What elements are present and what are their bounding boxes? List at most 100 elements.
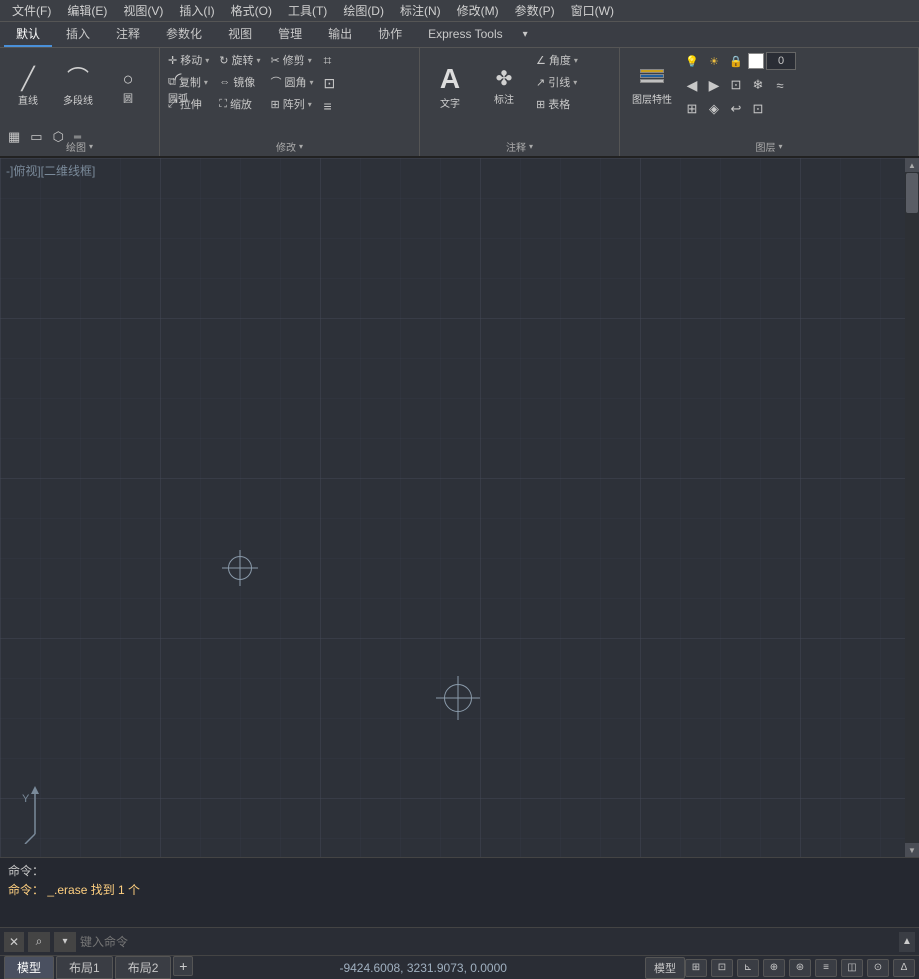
ribbon-section-modify: ✛ 移动 ▾ ⧉ 复制 ▾ ⤢ 拉伸 ↻ 旋转 ▾ bbox=[160, 48, 420, 156]
mirror-button[interactable]: ⇔ 镜像 bbox=[215, 72, 264, 92]
menu-view[interactable]: 视图(V) bbox=[115, 0, 171, 21]
scroll-thumb[interactable] bbox=[906, 173, 918, 213]
array-button[interactable]: ⊞ 阵列 ▾ bbox=[266, 94, 317, 114]
status-grid-button[interactable]: ⊞ bbox=[685, 959, 707, 977]
tab-express-tools[interactable]: Express Tools bbox=[416, 24, 514, 46]
modify-section-label[interactable]: 修改 ▾ bbox=[160, 139, 419, 154]
stretch-button[interactable]: ⤢ 拉伸 bbox=[164, 94, 213, 114]
move-arrow: ▾ bbox=[205, 56, 209, 65]
menu-window[interactable]: 窗口(W) bbox=[563, 0, 622, 21]
menu-dimension[interactable]: 标注(N) bbox=[392, 0, 449, 21]
status-lineweight-button[interactable]: ≡ bbox=[815, 959, 837, 977]
copy-button[interactable]: ⧉ 复制 ▾ bbox=[164, 72, 213, 92]
tab-more-dropdown[interactable]: ▾ bbox=[517, 27, 534, 42]
menu-format[interactable]: 格式(O) bbox=[223, 0, 280, 21]
modify-extra1[interactable]: ⌗ bbox=[319, 50, 339, 71]
menu-edit[interactable]: 编辑(E) bbox=[59, 0, 115, 21]
angle-button[interactable]: ∠ 角度 ▾ bbox=[532, 50, 582, 70]
menu-draw[interactable]: 绘图(D) bbox=[335, 0, 392, 21]
scroll-down-button[interactable]: ▼ bbox=[905, 843, 919, 857]
annotation-col2: ∠ 角度 ▾ ↗ 引线 ▾ ⊞ 表格 bbox=[532, 50, 582, 122]
move-button[interactable]: ✛ 移动 ▾ bbox=[164, 50, 213, 70]
layer-sun-icon[interactable]: ☀ bbox=[704, 52, 724, 70]
annotation-section-label[interactable]: 注释 ▾ bbox=[420, 139, 619, 154]
layer-col1: 💡 ☀ 🔒 ◀ ▶ ⊡ ❄ ≈ ⊞ ◈ ↩ ⊡ bbox=[682, 50, 914, 140]
layer-properties-button[interactable]: 图层特性 bbox=[624, 50, 680, 122]
tab-default[interactable]: 默认 bbox=[4, 22, 52, 47]
tab-output[interactable]: 输出 bbox=[316, 22, 364, 47]
scale-button[interactable]: ⛶ 缩放 bbox=[215, 94, 264, 114]
mark-icon: ✤ bbox=[496, 69, 513, 89]
tab-manage[interactable]: 管理 bbox=[266, 22, 314, 47]
layer-next-icon[interactable]: ▶ bbox=[704, 76, 724, 94]
trim-arrow: ▾ bbox=[308, 56, 312, 65]
layer-prev-icon[interactable]: ◀ bbox=[682, 76, 702, 94]
modify-extra3[interactable]: ≡ bbox=[319, 96, 339, 116]
tab-collaborate[interactable]: 协作 bbox=[366, 22, 414, 47]
grid-canvas bbox=[0, 158, 919, 857]
status-model-button[interactable]: 模型 bbox=[645, 957, 685, 979]
layer-isolate-icon[interactable]: ⊡ bbox=[726, 76, 746, 94]
layer-number-input[interactable] bbox=[766, 52, 796, 70]
layer-extra3-icon[interactable]: ↩ bbox=[726, 100, 746, 118]
layer-lock-icon[interactable]: 🔒 bbox=[726, 52, 746, 70]
command-close-button[interactable]: ✕ bbox=[4, 932, 24, 952]
status-tab-group: 模型 布局1 布局2 + bbox=[4, 956, 193, 979]
polyline-button[interactable]: ⌒ 多段线 bbox=[54, 50, 102, 122]
leader-button[interactable]: ↗ 引线 ▾ bbox=[532, 72, 582, 92]
layer-extra1-icon[interactable]: ⊞ bbox=[682, 100, 702, 118]
command-input[interactable] bbox=[80, 935, 895, 949]
ribbon-section-annotation: A 文字 ✤ 标注 ∠ 角度 ▾ ↗ 引线 ▾ bbox=[420, 48, 620, 156]
line-button[interactable]: ╱ 直线 bbox=[4, 50, 52, 122]
modify-col1: ✛ 移动 ▾ ⧉ 复制 ▾ ⤢ 拉伸 bbox=[164, 50, 213, 116]
scroll-up-button[interactable]: ▲ bbox=[905, 158, 919, 172]
array-icon: ⊞ bbox=[270, 98, 279, 111]
status-snap-button[interactable]: ⊡ bbox=[711, 959, 733, 977]
scroll-track[interactable] bbox=[905, 172, 919, 843]
tab-layout2[interactable]: 布局2 bbox=[115, 956, 172, 979]
menu-file[interactable]: 文件(F) bbox=[4, 0, 59, 21]
angle-icon: ∠ bbox=[536, 54, 546, 67]
tab-parametric[interactable]: 参数化 bbox=[154, 22, 214, 47]
tab-annotation[interactable]: 注释 bbox=[104, 22, 152, 47]
status-polar-button[interactable]: ⊕ bbox=[763, 959, 785, 977]
circle-button[interactable]: ○ 圆 bbox=[104, 50, 152, 122]
polyline-icon: ⌒ bbox=[67, 68, 89, 90]
modify-extra2[interactable]: ⊡ bbox=[319, 73, 339, 94]
command-scroll-button[interactable]: ▲ bbox=[899, 932, 915, 952]
canvas-area[interactable]: -]俯视][二维线框] Y ▲ ▼ bbox=[0, 158, 919, 857]
layer-freeze-icon[interactable]: ❄ bbox=[748, 76, 768, 94]
mark-button[interactable]: ✤ 标注 bbox=[478, 50, 530, 122]
status-osnap-button[interactable]: ⊛ bbox=[789, 959, 811, 977]
menu-insert[interactable]: 插入(I) bbox=[171, 0, 222, 21]
layer-extra4-icon[interactable]: ⊡ bbox=[748, 100, 768, 118]
mark-label: 标注 bbox=[494, 91, 514, 106]
menu-modify[interactable]: 修改(M) bbox=[449, 0, 507, 21]
layer-on-icon[interactable]: 💡 bbox=[682, 52, 702, 70]
layer-section-label[interactable]: 图层 ▾ bbox=[620, 139, 918, 154]
tab-layout1[interactable]: 布局1 bbox=[56, 956, 113, 979]
status-transparency-button[interactable]: ◫ bbox=[841, 959, 863, 977]
status-annotation-scale-button[interactable]: Δ bbox=[893, 959, 915, 977]
layer-extra2-icon[interactable]: ◈ bbox=[704, 100, 724, 118]
status-select-button[interactable]: ⊙ bbox=[867, 959, 889, 977]
fillet-button[interactable]: ⌒ 圆角 ▾ bbox=[266, 72, 317, 92]
menu-tools[interactable]: 工具(T) bbox=[280, 0, 335, 21]
layer-row1: 💡 ☀ 🔒 bbox=[682, 50, 914, 72]
layer-color-swatch[interactable] bbox=[748, 53, 764, 69]
tab-view[interactable]: 视图 bbox=[216, 22, 264, 47]
draw-section-label[interactable]: 绘图 ▾ bbox=[0, 139, 159, 154]
tab-insert[interactable]: 插入 bbox=[54, 22, 102, 47]
command-search-button[interactable]: ⌕ bbox=[28, 932, 50, 952]
rotate-button[interactable]: ↻ 旋转 ▾ bbox=[215, 50, 264, 70]
trim-button[interactable]: ✂ 修剪 ▾ bbox=[266, 50, 317, 70]
status-ortho-button[interactable]: ⊾ bbox=[737, 959, 759, 977]
menu-param[interactable]: 参数(P) bbox=[507, 0, 563, 21]
add-layout-button[interactable]: + bbox=[173, 956, 193, 976]
layer-match-icon[interactable]: ≈ bbox=[770, 76, 790, 94]
fillet-arrow: ▾ bbox=[309, 78, 313, 87]
command-dropdown-button[interactable]: ▾ bbox=[54, 932, 76, 952]
table-button[interactable]: ⊞ 表格 bbox=[532, 94, 582, 114]
tab-model[interactable]: 模型 bbox=[4, 956, 54, 979]
text-button[interactable]: A 文字 bbox=[424, 50, 476, 122]
